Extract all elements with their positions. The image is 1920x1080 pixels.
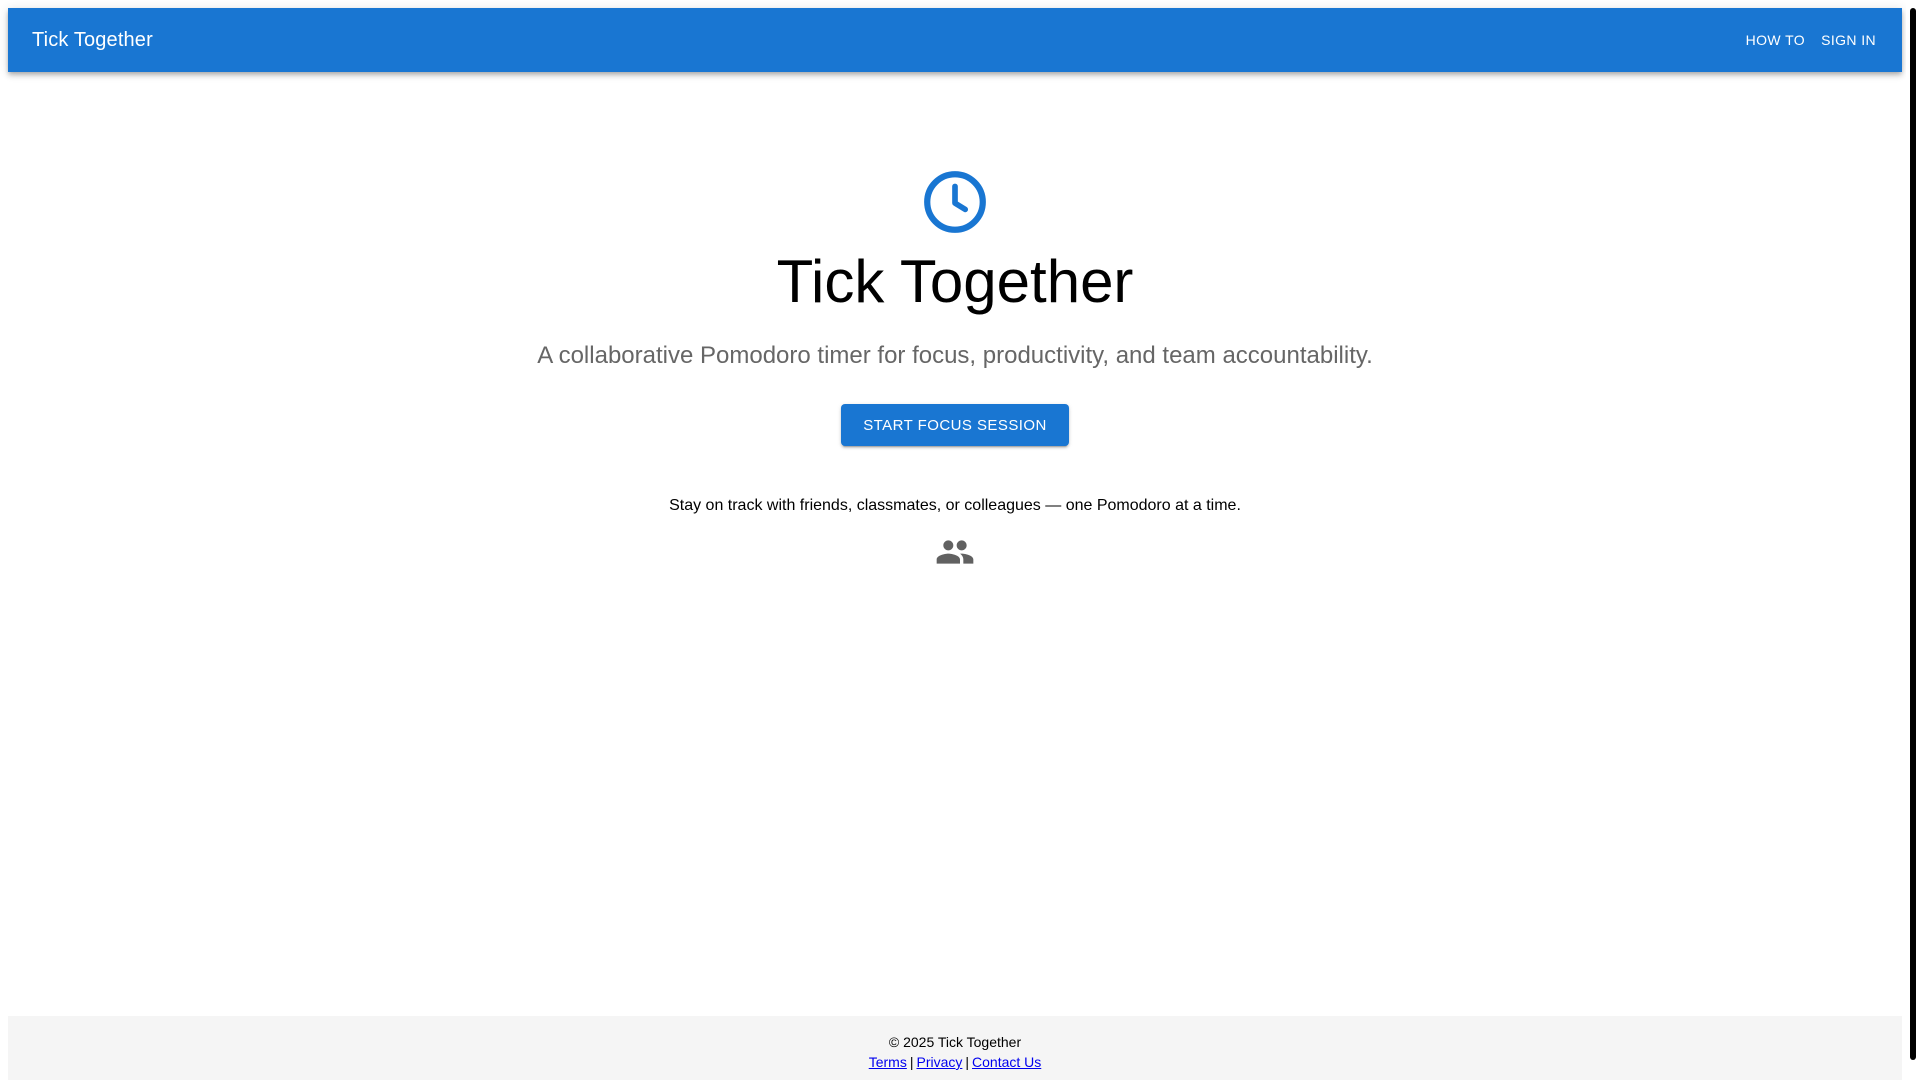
link-separator: | — [965, 1054, 970, 1070]
scrollbar[interactable] — [1906, 0, 1920, 1080]
tagline: Stay on track with friends, classmates, … — [669, 497, 1241, 514]
footer: © 2025 Tick Together Terms | Privacy | Conta… — [8, 1016, 1902, 1080]
clock-icon — [924, 171, 986, 233]
footer-links: Terms | Privacy | Contact Us — [8, 1052, 1902, 1072]
copyright-text: © 2025 Tick Together — [888, 1034, 1022, 1050]
hero-subtitle: A collaborative Pomodoro timer for focus… — [537, 342, 1373, 369]
group-icon — [936, 540, 974, 564]
link-separator: | — [909, 1054, 914, 1070]
sign-in-button[interactable]: SIGN IN — [1813, 22, 1884, 58]
app-bar: Tick Together HOW TO SIGN IN — [8, 8, 1902, 72]
privacy-link[interactable]: Privacy — [916, 1054, 962, 1070]
hero-section: Tick Together A collaborative Pomodoro t… — [8, 168, 1902, 572]
brand-title[interactable]: Tick Together — [32, 28, 153, 52]
contact-us-link[interactable]: Contact Us — [972, 1054, 1041, 1070]
page: Tick Together HOW TO SIGN IN Tick Togeth… — [8, 8, 1902, 1080]
scrollbar-thumb[interactable] — [1910, 8, 1916, 1060]
terms-link[interactable]: Terms — [869, 1054, 907, 1070]
how-to-button[interactable]: HOW TO — [1738, 22, 1813, 58]
start-focus-session-button[interactable]: START FOCUS SESSION — [841, 404, 1069, 446]
top-nav: HOW TO SIGN IN — [1738, 22, 1884, 58]
page-title: Tick Together — [776, 248, 1134, 315]
